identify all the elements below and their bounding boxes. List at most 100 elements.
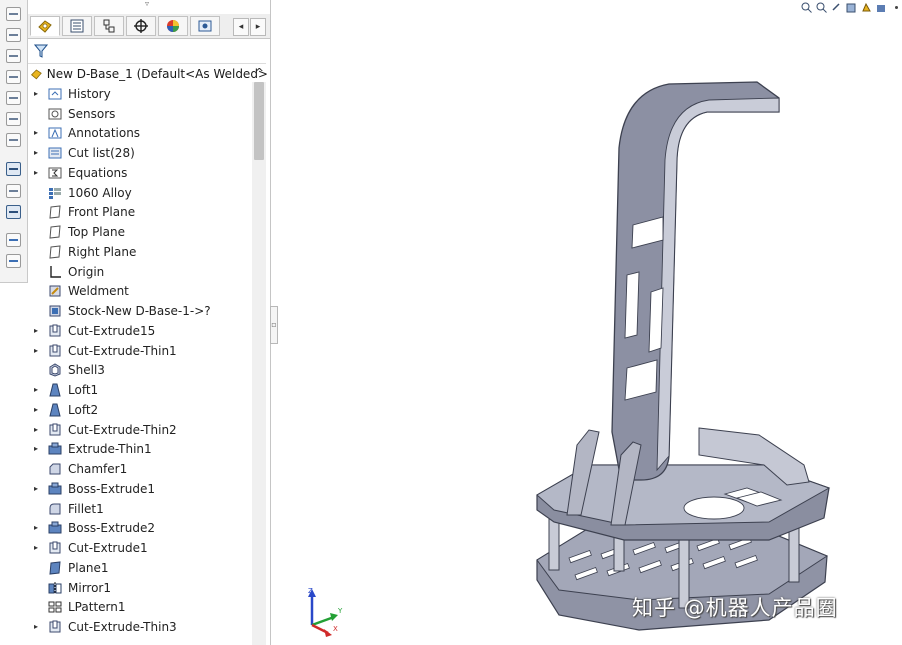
tree-item[interactable]: Origin xyxy=(28,262,253,282)
toolbar-button-4[interactable] xyxy=(6,70,21,84)
tree-item[interactable]: ▸ Boss-Extrude2 xyxy=(28,519,253,539)
toolbar-button-1[interactable] xyxy=(6,7,21,21)
toolbar-button-3[interactable] xyxy=(6,49,21,63)
tree-item[interactable]: ▸ Loft2 xyxy=(28,400,253,420)
toolbar-button-7[interactable] xyxy=(6,133,21,147)
expand-arrow-icon[interactable]: ▸ xyxy=(34,149,42,157)
tree-item[interactable]: 1060 Alloy xyxy=(28,183,253,203)
tree-item-label: Chamfer1 xyxy=(68,462,128,477)
tree-filter[interactable] xyxy=(28,39,266,64)
tree-item[interactable]: Top Plane xyxy=(28,222,253,242)
tree-item-label: Fillet1 xyxy=(68,501,104,516)
tabs-scroll-left[interactable]: ◂ xyxy=(233,18,249,36)
tree-item[interactable]: Right Plane xyxy=(28,242,253,262)
toolbar-button-5[interactable] xyxy=(6,91,21,105)
cam-tab[interactable] xyxy=(190,16,220,36)
collapse-caret-icon[interactable]: ^ xyxy=(255,66,264,79)
expand-arrow-icon[interactable]: ▸ xyxy=(34,524,42,532)
triad-x-label: X xyxy=(333,625,338,633)
display-manager-tab[interactable] xyxy=(158,16,188,36)
tree-item-label: Annotations xyxy=(68,126,141,141)
toolbar-button-10[interactable] xyxy=(6,205,21,219)
cut-list-icon xyxy=(48,147,62,159)
tree-item[interactable]: ▸ Cut-Extrude-Thin3 xyxy=(28,617,253,637)
expand-arrow-icon[interactable]: ▸ xyxy=(34,129,42,137)
cut-extrude-icon xyxy=(49,620,61,633)
previous-view-icon[interactable] xyxy=(831,2,842,13)
toolbar-button-12[interactable] xyxy=(6,254,21,268)
tree-root-part[interactable]: New D-Base_1 (Default<As Welded> ^ xyxy=(30,65,268,83)
tree-item[interactable]: ▸ Cut-Extrude-Thin1 xyxy=(28,341,253,361)
section-view-icon[interactable] xyxy=(846,2,857,13)
fillet-icon xyxy=(49,503,61,515)
propertymanager-tab[interactable] xyxy=(62,16,92,36)
tree-scrollbar-thumb[interactable] xyxy=(254,82,264,160)
hide-show-items-icon[interactable] xyxy=(891,2,902,13)
expand-arrow-icon[interactable]: ▸ xyxy=(34,168,42,177)
expand-arrow-icon[interactable]: ▸ xyxy=(34,405,42,414)
tree-item-label: Cut list(28) xyxy=(68,146,135,161)
tree-item-label: Extrude-Thin1 xyxy=(68,442,152,457)
expand-arrow-icon[interactable]: ▸ xyxy=(34,425,42,434)
tree-item[interactable]: Weldment xyxy=(28,282,253,302)
extrude-icon xyxy=(48,482,62,495)
tree-item[interactable]: Front Plane xyxy=(28,203,253,223)
view-orientation-icon[interactable] xyxy=(861,2,872,13)
graphics-viewport[interactable]: Z Y X xyxy=(279,0,902,645)
tree-item[interactable]: Fillet1 xyxy=(28,499,253,519)
tree-item[interactable]: LPattern1 xyxy=(28,598,253,618)
expand-arrow-icon[interactable]: ▸ xyxy=(34,326,42,335)
expand-arrow-icon[interactable]: ▸ xyxy=(34,89,42,98)
upright-window-right xyxy=(648,287,664,353)
expand-arrow-icon[interactable]: ▸ xyxy=(34,623,42,631)
tree-item[interactable]: Plane1 xyxy=(28,558,253,578)
3d-part-model[interactable] xyxy=(529,70,839,635)
tree-item[interactable]: ▸ Cut-Extrude1 xyxy=(28,538,253,558)
panel-collapse-handle[interactable]: ▿ xyxy=(142,0,152,8)
tree-item[interactable]: ▸ Equations xyxy=(28,163,253,183)
expand-arrow-icon[interactable]: ▸ xyxy=(34,386,42,394)
tree-item[interactable]: Chamfer1 xyxy=(28,459,253,479)
expand-arrow-icon[interactable]: ▸ xyxy=(34,484,42,493)
tree-item[interactable]: ▸ Cut-Extrude15 xyxy=(28,321,253,341)
property-manager-icon xyxy=(70,19,84,33)
tabs-scroll-right[interactable]: ▸ xyxy=(250,18,266,36)
tree-root-label: New D-Base_1 (Default<As Welded> xyxy=(46,67,268,81)
tree-item[interactable]: Stock-New D-Base-1->? xyxy=(28,301,253,321)
expand-arrow-icon[interactable]: ▸ xyxy=(34,544,42,552)
tree-item[interactable]: ▸ Annotations xyxy=(28,124,253,144)
tree-item[interactable]: ▸ Loft1 xyxy=(28,380,253,400)
tree-item[interactable]: Shell3 xyxy=(28,361,253,381)
dimxpert-tab[interactable] xyxy=(126,16,156,36)
toolbar-button-9[interactable] xyxy=(6,184,21,198)
sensor-icon xyxy=(48,108,62,120)
tree-item[interactable]: Mirror1 xyxy=(28,578,253,598)
toolbar-button-6[interactable] xyxy=(6,112,21,126)
expand-arrow-icon[interactable]: ▸ xyxy=(34,445,42,453)
toolbar-button-8[interactable] xyxy=(6,162,21,176)
panel-splitter-handle[interactable]: ▫ xyxy=(270,306,278,344)
zoom-to-area-icon[interactable] xyxy=(816,2,827,13)
tree-item[interactable]: Sensors xyxy=(28,104,253,124)
tree-item-label: Loft2 xyxy=(68,402,99,417)
display-style-icon[interactable] xyxy=(876,2,887,13)
tree-scrollbar[interactable] xyxy=(252,82,266,645)
toolbar-button-2[interactable] xyxy=(6,28,21,42)
configurationmanager-tab[interactable] xyxy=(94,16,124,36)
triad-y-label: Y xyxy=(337,607,343,615)
tree-item[interactable]: ▸ Cut list(28) xyxy=(28,143,253,163)
plane-icon xyxy=(49,225,61,239)
tree-item[interactable]: ▸ History xyxy=(28,84,253,104)
tree-item[interactable]: ▸ Boss-Extrude1 xyxy=(28,479,253,499)
expand-arrow-icon[interactable]: ▸ xyxy=(34,346,42,355)
featuremanager-tab[interactable] xyxy=(30,16,60,36)
zoom-to-fit-icon[interactable] xyxy=(801,2,812,13)
tree-item-label: Cut-Extrude-Thin1 xyxy=(68,343,177,358)
loft-icon xyxy=(49,403,61,417)
toolbar-button-11[interactable] xyxy=(6,233,21,247)
tree-item[interactable]: ▸ Cut-Extrude-Thin2 xyxy=(28,420,253,440)
tree-item[interactable]: ▸ Extrude-Thin1 xyxy=(28,440,253,460)
feature-tree: ▸ History Sensors ▸ Annotations ▸ Cut list(28)… xyxy=(28,84,253,637)
filter-icon[interactable] xyxy=(34,43,48,59)
tree-item-label: Cut-Extrude1 xyxy=(68,541,148,556)
